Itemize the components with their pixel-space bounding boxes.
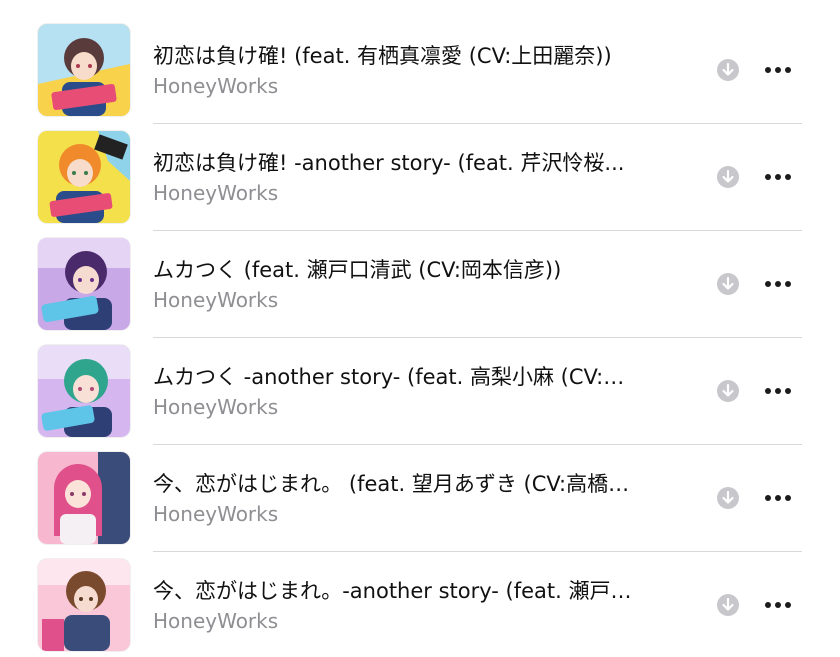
more-dots-icon[interactable] [763, 593, 793, 617]
album-artwork[interactable] [38, 452, 130, 544]
more-dots-icon[interactable] [763, 272, 793, 296]
song-row[interactable]: 初恋は負け確! (feat. 有栖真凛愛 (CV:上田麗奈)) HoneyWor… [0, 0, 840, 124]
artist-name: HoneyWorks [153, 395, 279, 419]
download-circle-icon[interactable] [717, 59, 739, 81]
song-row[interactable]: ムカつく (feat. 瀬戸口清武 (CV:岡本信彦)) HoneyWorks [0, 214, 840, 338]
song-row[interactable]: 初恋は負け確! -another story- (feat. 芹沢怜桜... H… [0, 107, 840, 231]
download-circle-icon[interactable] [717, 380, 739, 402]
song-list: 初恋は負け確! (feat. 有栖真凛愛 (CV:上田麗奈)) HoneyWor… [0, 0, 840, 657]
more-dots-icon[interactable] [763, 379, 793, 403]
artist-name: HoneyWorks [153, 502, 279, 526]
song-row[interactable]: 今、恋がはじまれ。-another story- (feat. 瀬戸… Hone… [0, 535, 840, 651]
artist-name: HoneyWorks [153, 181, 279, 205]
album-artwork[interactable] [38, 345, 130, 437]
song-title: 今、恋がはじまれ。-another story- (feat. 瀬戸… [153, 579, 632, 603]
song-row[interactable]: ムカつく -another story- (feat. 高梨小麻 (CV:… H… [0, 321, 840, 445]
more-dots-icon[interactable] [763, 165, 793, 189]
more-dots-icon[interactable] [763, 58, 793, 82]
download-circle-icon[interactable] [717, 273, 739, 295]
song-title: ムカつく -another story- (feat. 高梨小麻 (CV:… [153, 365, 625, 389]
artist-name: HoneyWorks [153, 288, 279, 312]
song-row[interactable]: 今、恋がはじまれ。 (feat. 望月あずき (CV:高橋… HoneyWork… [0, 428, 840, 552]
more-dots-icon[interactable] [763, 486, 793, 510]
song-title: 初恋は負け確! -another story- (feat. 芹沢怜桜... [153, 151, 625, 175]
artist-name: HoneyWorks [153, 74, 279, 98]
album-artwork[interactable] [38, 559, 130, 651]
album-artwork[interactable] [38, 131, 130, 223]
song-title: ムカつく (feat. 瀬戸口清武 (CV:岡本信彦)) [153, 258, 562, 282]
download-circle-icon[interactable] [717, 487, 739, 509]
song-title: 初恋は負け確! (feat. 有栖真凛愛 (CV:上田麗奈)) [153, 44, 612, 68]
download-circle-icon[interactable] [717, 594, 739, 616]
album-artwork[interactable] [38, 238, 130, 330]
song-title: 今、恋がはじまれ。 (feat. 望月あずき (CV:高橋… [153, 472, 630, 496]
album-artwork[interactable] [38, 24, 130, 116]
artist-name: HoneyWorks [153, 609, 279, 633]
download-circle-icon[interactable] [717, 166, 739, 188]
